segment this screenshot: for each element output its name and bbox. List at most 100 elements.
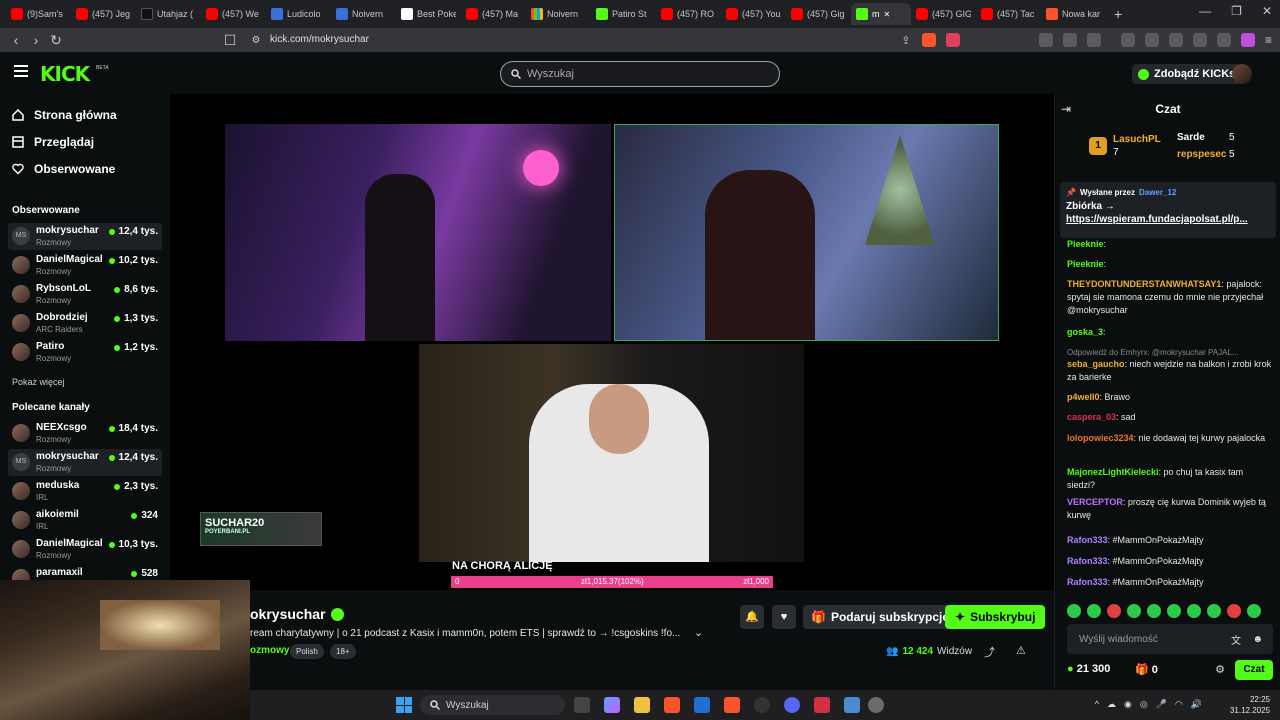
kick-logo[interactable]: KICK	[40, 62, 90, 86]
calculator-icon[interactable]	[844, 697, 860, 713]
chat-username[interactable]: lolopowiec3234	[1067, 433, 1134, 443]
chat-username[interactable]: Rafon333	[1067, 577, 1108, 587]
get-kicks-button[interactable]: Zdobądź KICKs	[1132, 64, 1242, 84]
hamburger-menu-icon[interactable]	[14, 65, 28, 77]
sidebar-channel[interactable]: Dobrodziej ARC Raiders 1,3 tys.	[8, 310, 162, 337]
browser-tab[interactable]: Ludicolo	[266, 3, 331, 25]
reload-icon[interactable]: ↻	[46, 32, 66, 49]
browser-tab[interactable]: m ✕	[851, 3, 911, 25]
browser-tab[interactable]: Noivern	[526, 3, 591, 25]
nav-browse[interactable]: Przeglądaj	[12, 135, 94, 149]
store-icon[interactable]	[694, 697, 710, 713]
nav-following[interactable]: Obserwowane	[12, 162, 115, 176]
profile-icon[interactable]	[1240, 33, 1255, 47]
notification-bell-icon[interactable]: 🔔	[740, 605, 764, 629]
forward-icon[interactable]: ›	[26, 32, 46, 48]
quick-emote-icon[interactable]	[1227, 604, 1241, 618]
browser-tab[interactable]: (9)Sam's	[6, 3, 71, 25]
site-info-icon[interactable]: ⚙	[246, 35, 266, 46]
sidebar-channel[interactable]: NEEXcsgo Rozmowy 18,4 tys.	[8, 420, 162, 447]
chat-settings-icon[interactable]: ⚙	[1215, 663, 1225, 676]
vpn-icon[interactable]	[1216, 33, 1231, 47]
taskbar-clock[interactable]: 22:25 31.12.2025	[1230, 694, 1270, 716]
share-stream-icon[interactable]: ⤴	[984, 644, 995, 660]
cloud-icon[interactable]: ☁	[1107, 699, 1116, 710]
subscribe-button[interactable]: ✦ Subskrybuj	[945, 605, 1046, 629]
windows-start-icon[interactable]	[396, 697, 412, 713]
quick-emote-icon[interactable]	[1147, 604, 1161, 618]
new-tab-button[interactable]: +	[1114, 6, 1122, 22]
browser-tab[interactable]: (457) You	[721, 3, 786, 25]
send-chat-button[interactable]: Czat	[1235, 660, 1273, 680]
wallet-icon[interactable]	[1168, 33, 1183, 47]
settings-icon[interactable]	[868, 697, 884, 713]
quick-emote-icon[interactable]	[1087, 604, 1101, 618]
show-more-link[interactable]: Pokaż więcej	[12, 377, 65, 387]
video-player[interactable]: SUCHAR20 POYERBANI.PL NA CHORĄ ALICJĘ 0 …	[170, 94, 1054, 590]
chat-username[interactable]: Rafon333	[1067, 556, 1108, 566]
chat-username[interactable]: seba_gaucho	[1067, 359, 1125, 369]
gift-subscription-button[interactable]: 🎁 Podaruj subskrypcje	[803, 605, 957, 629]
chat-message-input[interactable]: Wyślij wiadomość 文 ☻	[1067, 624, 1273, 654]
browser-tab[interactable]: (457) Ma	[461, 3, 526, 25]
back-icon[interactable]: ‹	[6, 32, 26, 48]
nav-home[interactable]: Strona główna	[12, 108, 117, 122]
brave-browser-icon[interactable]	[664, 697, 680, 713]
chat-username[interactable]: VERCEPTOR	[1067, 497, 1123, 507]
translate-icon[interactable]: 文	[1231, 632, 1241, 647]
sidebar-channel[interactable]: DanielMagical Rozmowy 10,2 tys.	[8, 252, 162, 279]
leaderboard-user-1[interactable]: LasuchPL	[1113, 134, 1161, 145]
extension-icon[interactable]	[1086, 33, 1101, 47]
music-icon[interactable]	[1120, 33, 1135, 47]
sidebar-channel[interactable]: MS mokrysuchar Rozmowy 12,4 tys.	[8, 449, 162, 476]
stream-category-link[interactable]: ozmowy	[250, 645, 289, 656]
chat-username[interactable]: p4well0	[1067, 392, 1100, 402]
streamer-name[interactable]: okrysuchar	[250, 606, 345, 622]
quick-emote-icon[interactable]	[1247, 604, 1261, 618]
browser-tab[interactable]: (457) GIG	[911, 3, 976, 25]
pinned-link[interactable]: https://wspieram.fundacjapolsat.pl/p...	[1066, 214, 1270, 225]
vivaldi-icon[interactable]	[814, 697, 830, 713]
sidebar-icon[interactable]	[1144, 33, 1159, 47]
chevron-up-icon[interactable]: ^	[1095, 699, 1099, 710]
quick-emote-icon[interactable]	[1187, 604, 1201, 618]
leaderboard-user-2[interactable]: Sarde	[1177, 132, 1205, 143]
task-view-icon[interactable]	[574, 697, 590, 713]
report-icon[interactable]: ⚠	[1016, 644, 1026, 657]
chat-username[interactable]: caspera_03	[1067, 412, 1116, 422]
quick-emote-icon[interactable]	[1167, 604, 1181, 618]
browser-tab[interactable]: Best Poke	[396, 3, 461, 25]
discord-icon[interactable]	[784, 697, 800, 713]
extension-icon[interactable]	[1038, 33, 1053, 47]
tag-language[interactable]: Polish	[290, 644, 324, 659]
tag-age[interactable]: 18+	[330, 644, 356, 659]
chat-username[interactable]: THEYDONTUNDERSTANWHATSAY1	[1067, 279, 1221, 289]
sidebar-channel[interactable]: MS mokrysuchar Rozmowy 12,4 tys.	[8, 223, 162, 250]
leaderboard-user-3[interactable]: repspesec	[1177, 149, 1226, 160]
browser-tab[interactable]: Utahjaz (	[136, 3, 201, 25]
browser-tab[interactable]: Patiro St	[591, 3, 656, 25]
sidebar-channel[interactable]: DanielMagical Rozmowy 10,3 tys.	[8, 536, 162, 563]
pinned-by-user[interactable]: Dawer_12	[1139, 188, 1176, 197]
taskbar-search-input[interactable]: Wyszukaj	[420, 695, 565, 715]
search-input[interactable]: Wyszukaj	[500, 61, 780, 87]
browser-tab[interactable]: Nowa kar	[1041, 3, 1106, 25]
browser-tab[interactable]: (457) We	[201, 3, 266, 25]
sidebar-channel[interactable]: meduska IRL 2,3 tys.	[8, 478, 162, 505]
chat-username[interactable]: MajonezLightKielecki	[1067, 467, 1159, 477]
url-field[interactable]: kick.com/mokrysuchar	[270, 34, 369, 45]
browser-tab[interactable]: (457) Gig	[786, 3, 851, 25]
minimize-icon[interactable]: —	[1199, 4, 1211, 18]
emote-picker-icon[interactable]: ☻	[1252, 634, 1263, 645]
edge-icon[interactable]: ◎	[1140, 699, 1148, 710]
copilot-icon[interactable]	[604, 697, 620, 713]
quick-emote-icon[interactable]	[1067, 604, 1081, 618]
brave-browser-icon[interactable]	[724, 697, 740, 713]
leo-icon[interactable]	[1192, 33, 1207, 47]
browser-tab[interactable]: (457) Tac	[976, 3, 1041, 25]
brave-shield-icon[interactable]	[922, 33, 936, 47]
user-avatar[interactable]	[1232, 64, 1252, 84]
sidebar-channel[interactable]: Patiro Rozmowy 1,2 tys.	[8, 339, 162, 366]
chat-username[interactable]: goska_3	[1067, 327, 1103, 337]
close-window-icon[interactable]: ✕	[1262, 4, 1272, 18]
